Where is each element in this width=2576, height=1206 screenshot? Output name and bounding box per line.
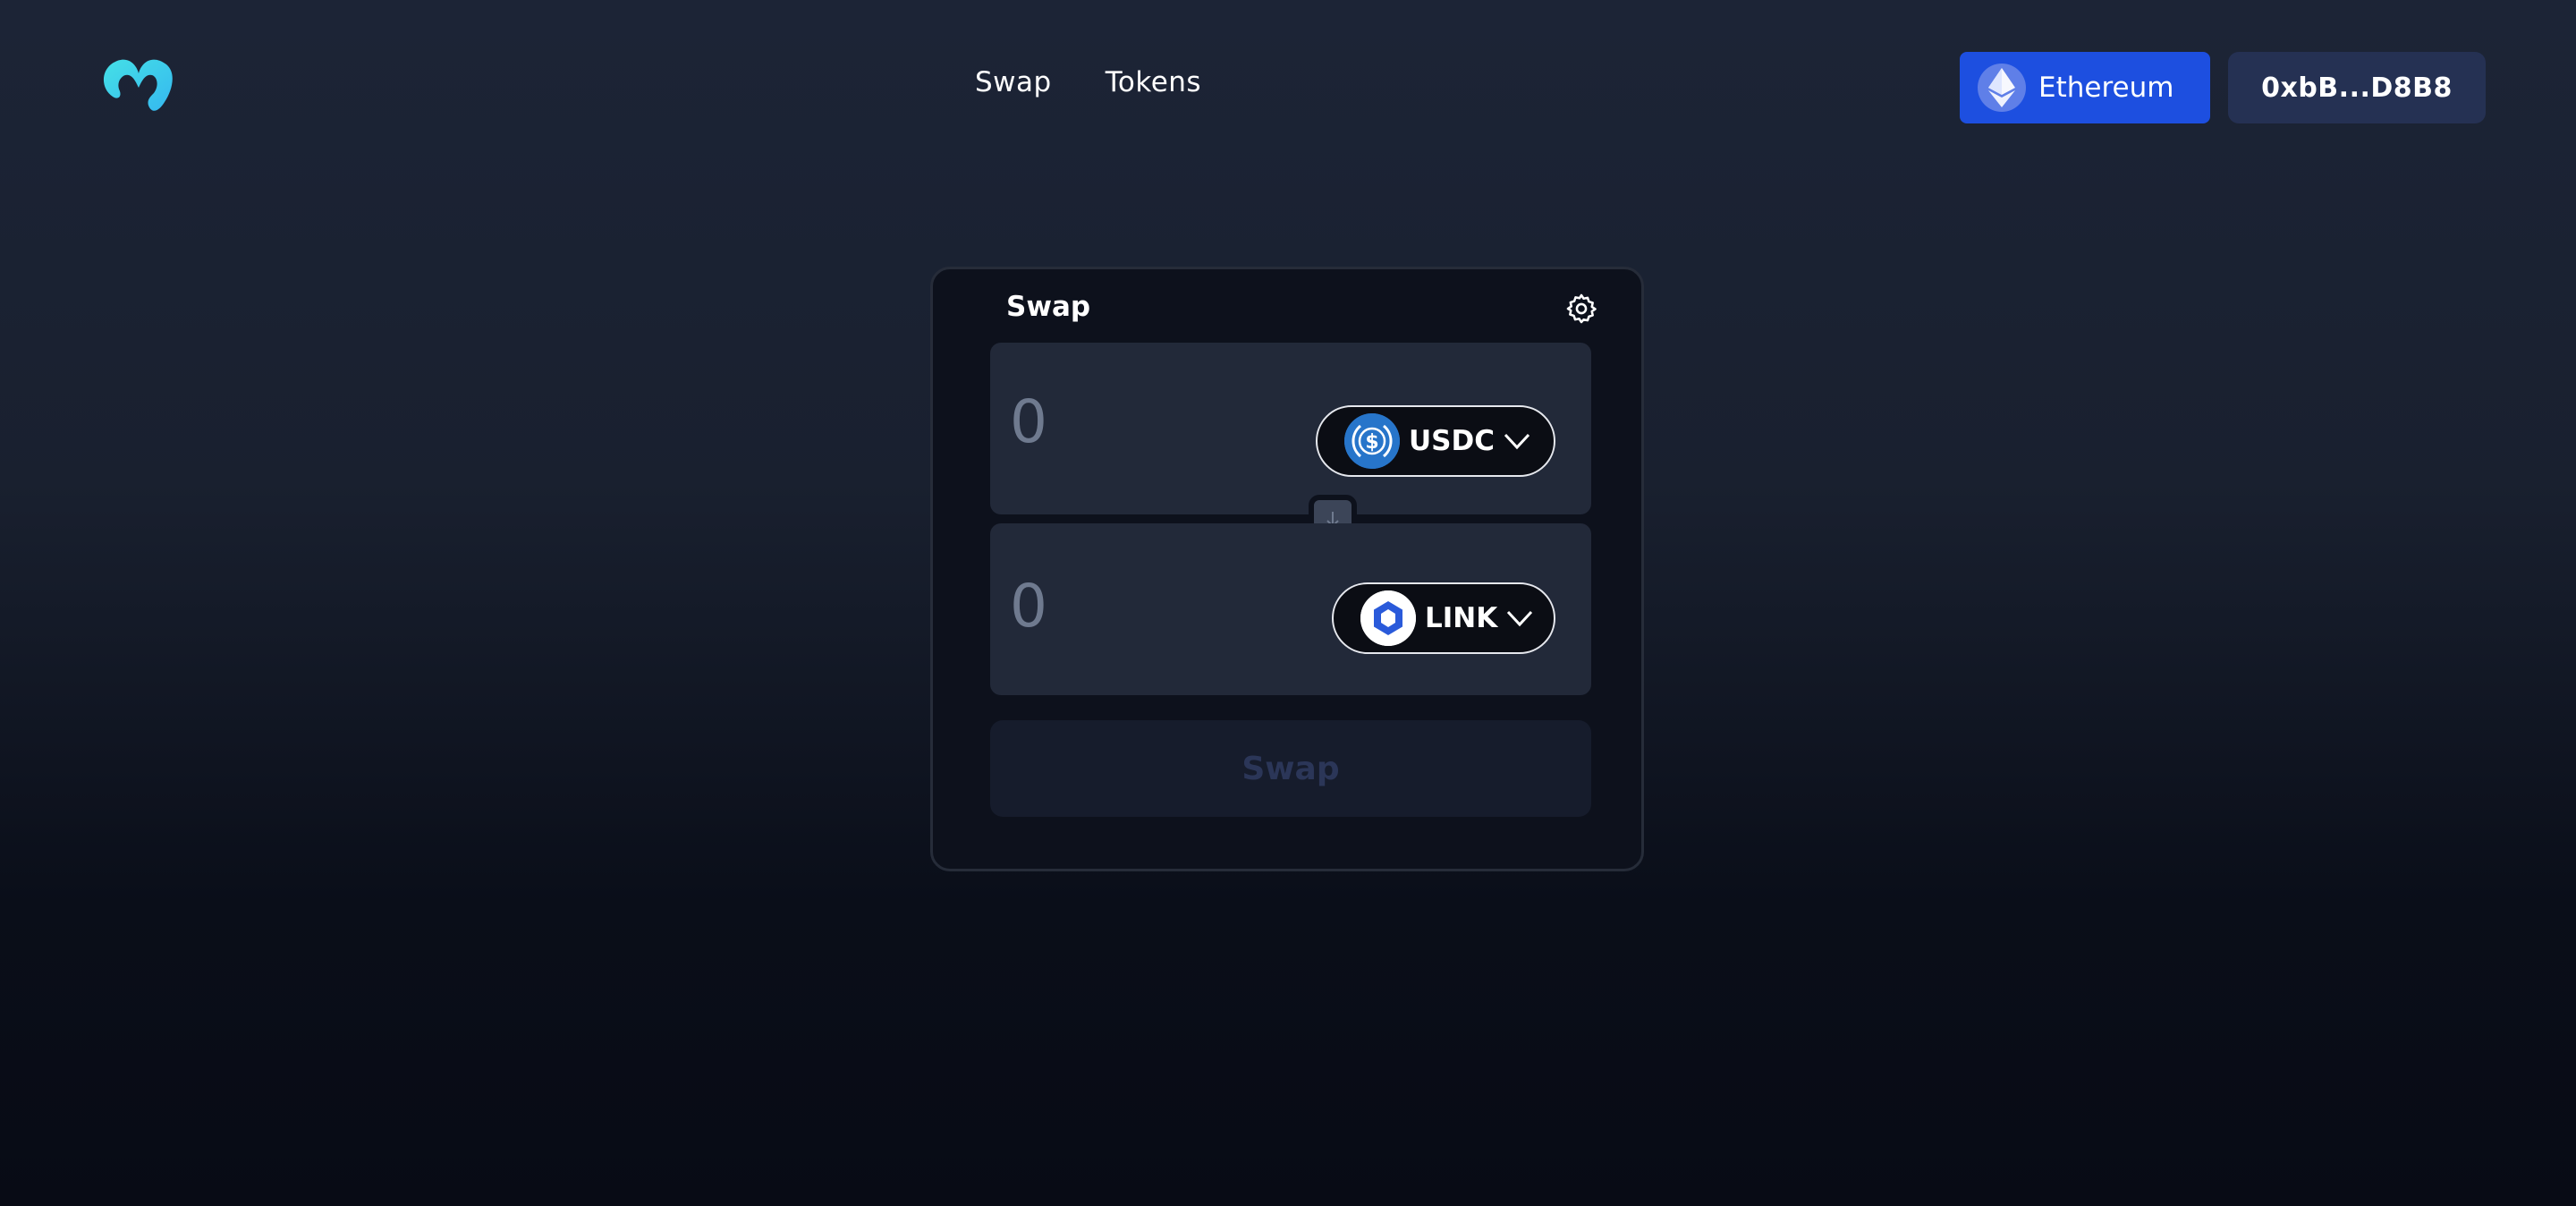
to-amount-input[interactable]: 0 bbox=[1010, 572, 1047, 641]
account-button[interactable]: 0xbB...D8B8 bbox=[2228, 52, 2486, 123]
settings-gear-icon[interactable] bbox=[1564, 292, 1598, 326]
nav-link-tokens[interactable]: Tokens bbox=[1106, 66, 1201, 98]
link-icon bbox=[1360, 590, 1416, 646]
to-token-select-button[interactable]: LINK bbox=[1332, 582, 1555, 654]
nav-link-swap[interactable]: Swap bbox=[975, 66, 1052, 98]
from-token-symbol: USDC bbox=[1409, 425, 1495, 457]
to-token-symbol: LINK bbox=[1425, 602, 1498, 634]
chevron-down-icon bbox=[1507, 610, 1533, 627]
app-logo[interactable] bbox=[100, 55, 177, 118]
from-token-select-button[interactable]: $ USDC bbox=[1316, 405, 1555, 477]
swap-card-title: Swap bbox=[1006, 291, 1091, 323]
svg-text:$: $ bbox=[1365, 431, 1378, 454]
chevron-down-icon bbox=[1504, 433, 1530, 450]
network-selector-button[interactable]: Ethereum bbox=[1960, 52, 2210, 123]
ethereum-icon bbox=[1978, 64, 2026, 112]
main-nav: Swap Tokens bbox=[975, 66, 1201, 98]
from-token-panel: 0 $ USDC bbox=[990, 343, 1591, 514]
usdc-icon: $ bbox=[1344, 413, 1400, 469]
from-amount-input[interactable]: 0 bbox=[1010, 387, 1047, 456]
to-token-panel: 0 LINK bbox=[990, 523, 1591, 695]
network-label: Ethereum bbox=[2038, 72, 2174, 104]
swap-card: Swap 0 $ USDC 0 LINK Swap bbox=[930, 267, 1644, 871]
swap-submit-button[interactable]: Swap bbox=[990, 720, 1591, 817]
